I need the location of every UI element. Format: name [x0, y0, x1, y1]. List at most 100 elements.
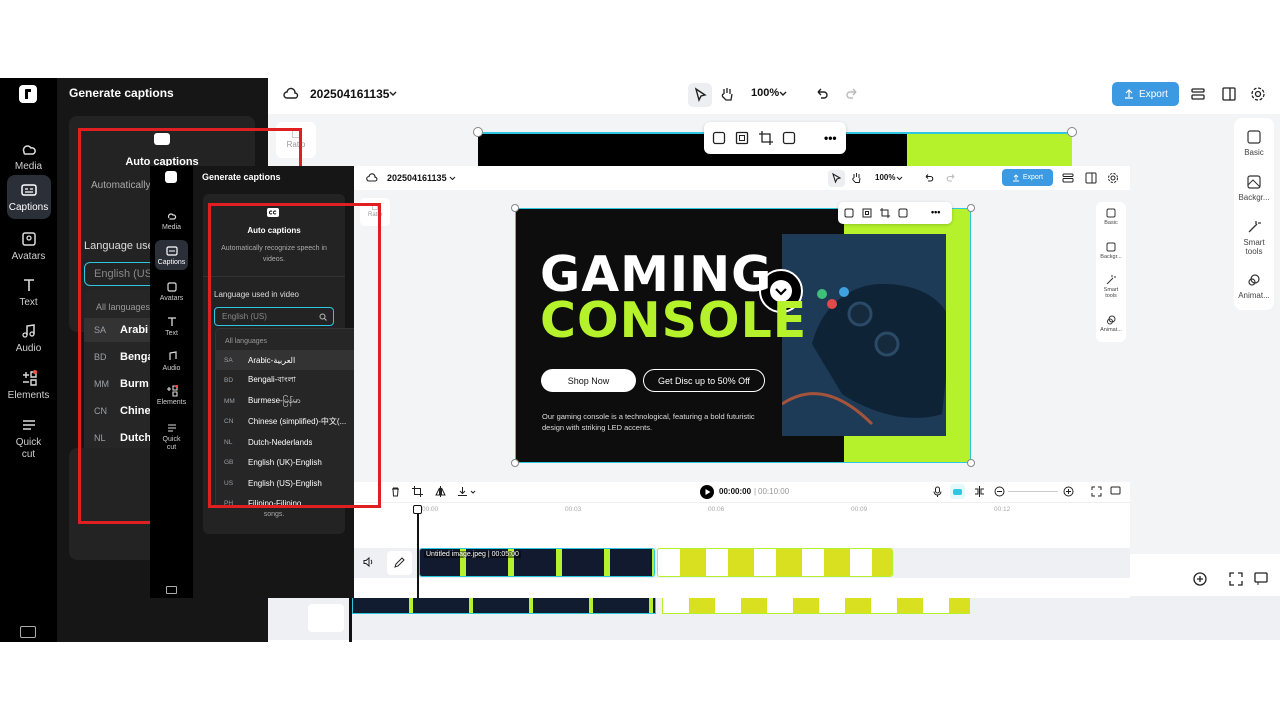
redo-icon[interactable]: [945, 172, 957, 184]
rail-item-elements[interactable]: Elements: [0, 363, 57, 407]
playhead[interactable]: [417, 508, 419, 598]
resize-handle[interactable]: [967, 459, 975, 467]
zoom-slider[interactable]: [1008, 491, 1058, 492]
layers-icon[interactable]: [1190, 86, 1206, 102]
replace-icon[interactable]: [844, 208, 854, 218]
select-tool-button[interactable]: [688, 83, 712, 107]
chevron-down-icon[interactable]: [778, 89, 788, 99]
design-title-line2[interactable]: CONSOLE: [540, 296, 807, 345]
background-icon: [1247, 175, 1261, 189]
resize-handle[interactable]: [473, 127, 483, 137]
playhead-handle[interactable]: [413, 505, 422, 514]
undo-icon[interactable]: [814, 86, 830, 102]
tool-animate[interactable]: Animat...: [1234, 273, 1274, 300]
cloud-icon[interactable]: [366, 172, 378, 184]
adjust-icon[interactable]: [782, 131, 796, 145]
chevron-down-icon[interactable]: [388, 89, 398, 99]
frame-icon[interactable]: [735, 131, 749, 145]
export-button[interactable]: Export: [1112, 82, 1179, 106]
crop-icon[interactable]: [880, 208, 890, 218]
zoom-out-icon[interactable]: [994, 486, 1005, 497]
download-icon[interactable]: [457, 486, 468, 497]
project-name[interactable]: 202504161135: [387, 173, 447, 183]
more-options-icon[interactable]: •••: [931, 207, 940, 217]
split-view-icon[interactable]: [1221, 86, 1237, 102]
discount-button[interactable]: Get Disc up to 50% Off: [643, 369, 765, 392]
timeline-clip-gaming[interactable]: [352, 596, 656, 614]
ai-toggle[interactable]: [950, 484, 965, 499]
delete-icon[interactable]: [390, 486, 401, 497]
rail-item-audio[interactable]: Audio: [0, 316, 57, 360]
rail-item-audio[interactable]: Audio: [150, 351, 193, 373]
settings-gear-icon[interactable]: [1250, 86, 1266, 102]
split-icon[interactable]: [974, 486, 985, 497]
cloud-icon[interactable]: [283, 86, 299, 102]
tool-basic[interactable]: Basic: [1096, 208, 1126, 226]
tool-basic[interactable]: Basic: [1234, 130, 1274, 157]
tool-background[interactable]: Backgr...: [1096, 242, 1126, 260]
replace-icon[interactable]: [712, 131, 726, 145]
timeline-clip-gaming[interactable]: Untitled image.jpeg | 00:05:00: [419, 548, 655, 577]
project-name[interactable]: 202504161135: [310, 87, 389, 101]
play-button[interactable]: [700, 485, 714, 499]
zoom-level[interactable]: 100%: [875, 173, 895, 182]
basic-icon: [1106, 208, 1116, 218]
track-edit-button[interactable]: [387, 551, 412, 575]
split-view-icon[interactable]: [1085, 172, 1097, 184]
frame-icon[interactable]: [862, 208, 872, 218]
keyboard-icon[interactable]: [20, 626, 36, 638]
settings-gear-icon[interactable]: [1107, 172, 1119, 184]
adjust-icon[interactable]: [898, 208, 908, 218]
design-canvas[interactable]: GAMING CONSOLE Shop Now Get Disc up to 5…: [515, 208, 971, 463]
fullscreen-icon[interactable]: [1229, 572, 1243, 586]
hand-icon[interactable]: [850, 171, 863, 184]
tool-animate[interactable]: Animat...: [1096, 315, 1126, 333]
resize-handle[interactable]: [967, 204, 975, 212]
timeline-clip-spring[interactable]: [657, 548, 893, 577]
crop-icon[interactable]: [412, 486, 423, 497]
zoom-in-icon[interactable]: [1063, 486, 1074, 497]
more-options-icon[interactable]: •••: [824, 131, 837, 145]
volume-icon[interactable]: [362, 556, 374, 568]
crop-icon[interactable]: [759, 131, 773, 145]
keyboard-icon[interactable]: [166, 586, 177, 594]
tool-smart-tools[interactable]: Smart tools: [1096, 275, 1126, 299]
select-tool-button[interactable]: [828, 170, 845, 187]
rail-item-media[interactable]: Media: [150, 210, 193, 232]
redo-icon[interactable]: [844, 86, 860, 102]
flip-icon[interactable]: [435, 486, 446, 497]
rail-item-avatars[interactable]: Avatars: [150, 281, 193, 303]
rail-item-quick-cut[interactable]: Quick cut: [150, 422, 193, 452]
design-description[interactable]: Our gaming console is a technological, f…: [542, 411, 762, 433]
rail-item-text[interactable]: Text: [0, 270, 57, 314]
undo-icon[interactable]: [923, 172, 935, 184]
microphone-icon[interactable]: [932, 486, 943, 497]
resize-handle[interactable]: [1067, 127, 1077, 137]
rail-item-media[interactable]: Media: [0, 134, 57, 178]
highlight-box-fg: [208, 203, 381, 508]
track-edit-button[interactable]: [308, 604, 344, 632]
tool-smart-tools[interactable]: Smart tools: [1234, 220, 1274, 256]
fullscreen-icon[interactable]: [1091, 486, 1102, 497]
rail-item-captions[interactable]: Captions: [0, 175, 57, 219]
zoom-level[interactable]: 100%: [751, 87, 779, 99]
timeline-clip-spring[interactable]: [662, 596, 970, 614]
layers-icon[interactable]: [1062, 172, 1074, 184]
rail-item-captions[interactable]: Captions: [150, 245, 193, 267]
chevron-down-icon[interactable]: [449, 175, 456, 182]
rail-item-quick-cut[interactable]: Quick cut: [0, 410, 57, 466]
resize-handle[interactable]: [511, 204, 519, 212]
export-button[interactable]: Export: [1002, 169, 1053, 186]
chevron-down-icon[interactable]: [896, 175, 903, 182]
chevron-down-icon[interactable]: [470, 489, 476, 495]
hand-icon[interactable]: [718, 85, 736, 103]
zoom-in-icon[interactable]: [1193, 572, 1207, 586]
shop-now-button[interactable]: Shop Now: [541, 369, 636, 392]
rail-item-text[interactable]: Text: [150, 316, 193, 338]
caption-track-icon[interactable]: [1110, 486, 1121, 497]
resize-handle[interactable]: [511, 459, 519, 467]
rail-item-avatars[interactable]: Avatars: [0, 224, 57, 268]
tool-background[interactable]: Backgr...: [1234, 175, 1274, 202]
caption-track-icon[interactable]: [1254, 572, 1268, 586]
rail-item-elements[interactable]: Elements: [150, 385, 193, 407]
